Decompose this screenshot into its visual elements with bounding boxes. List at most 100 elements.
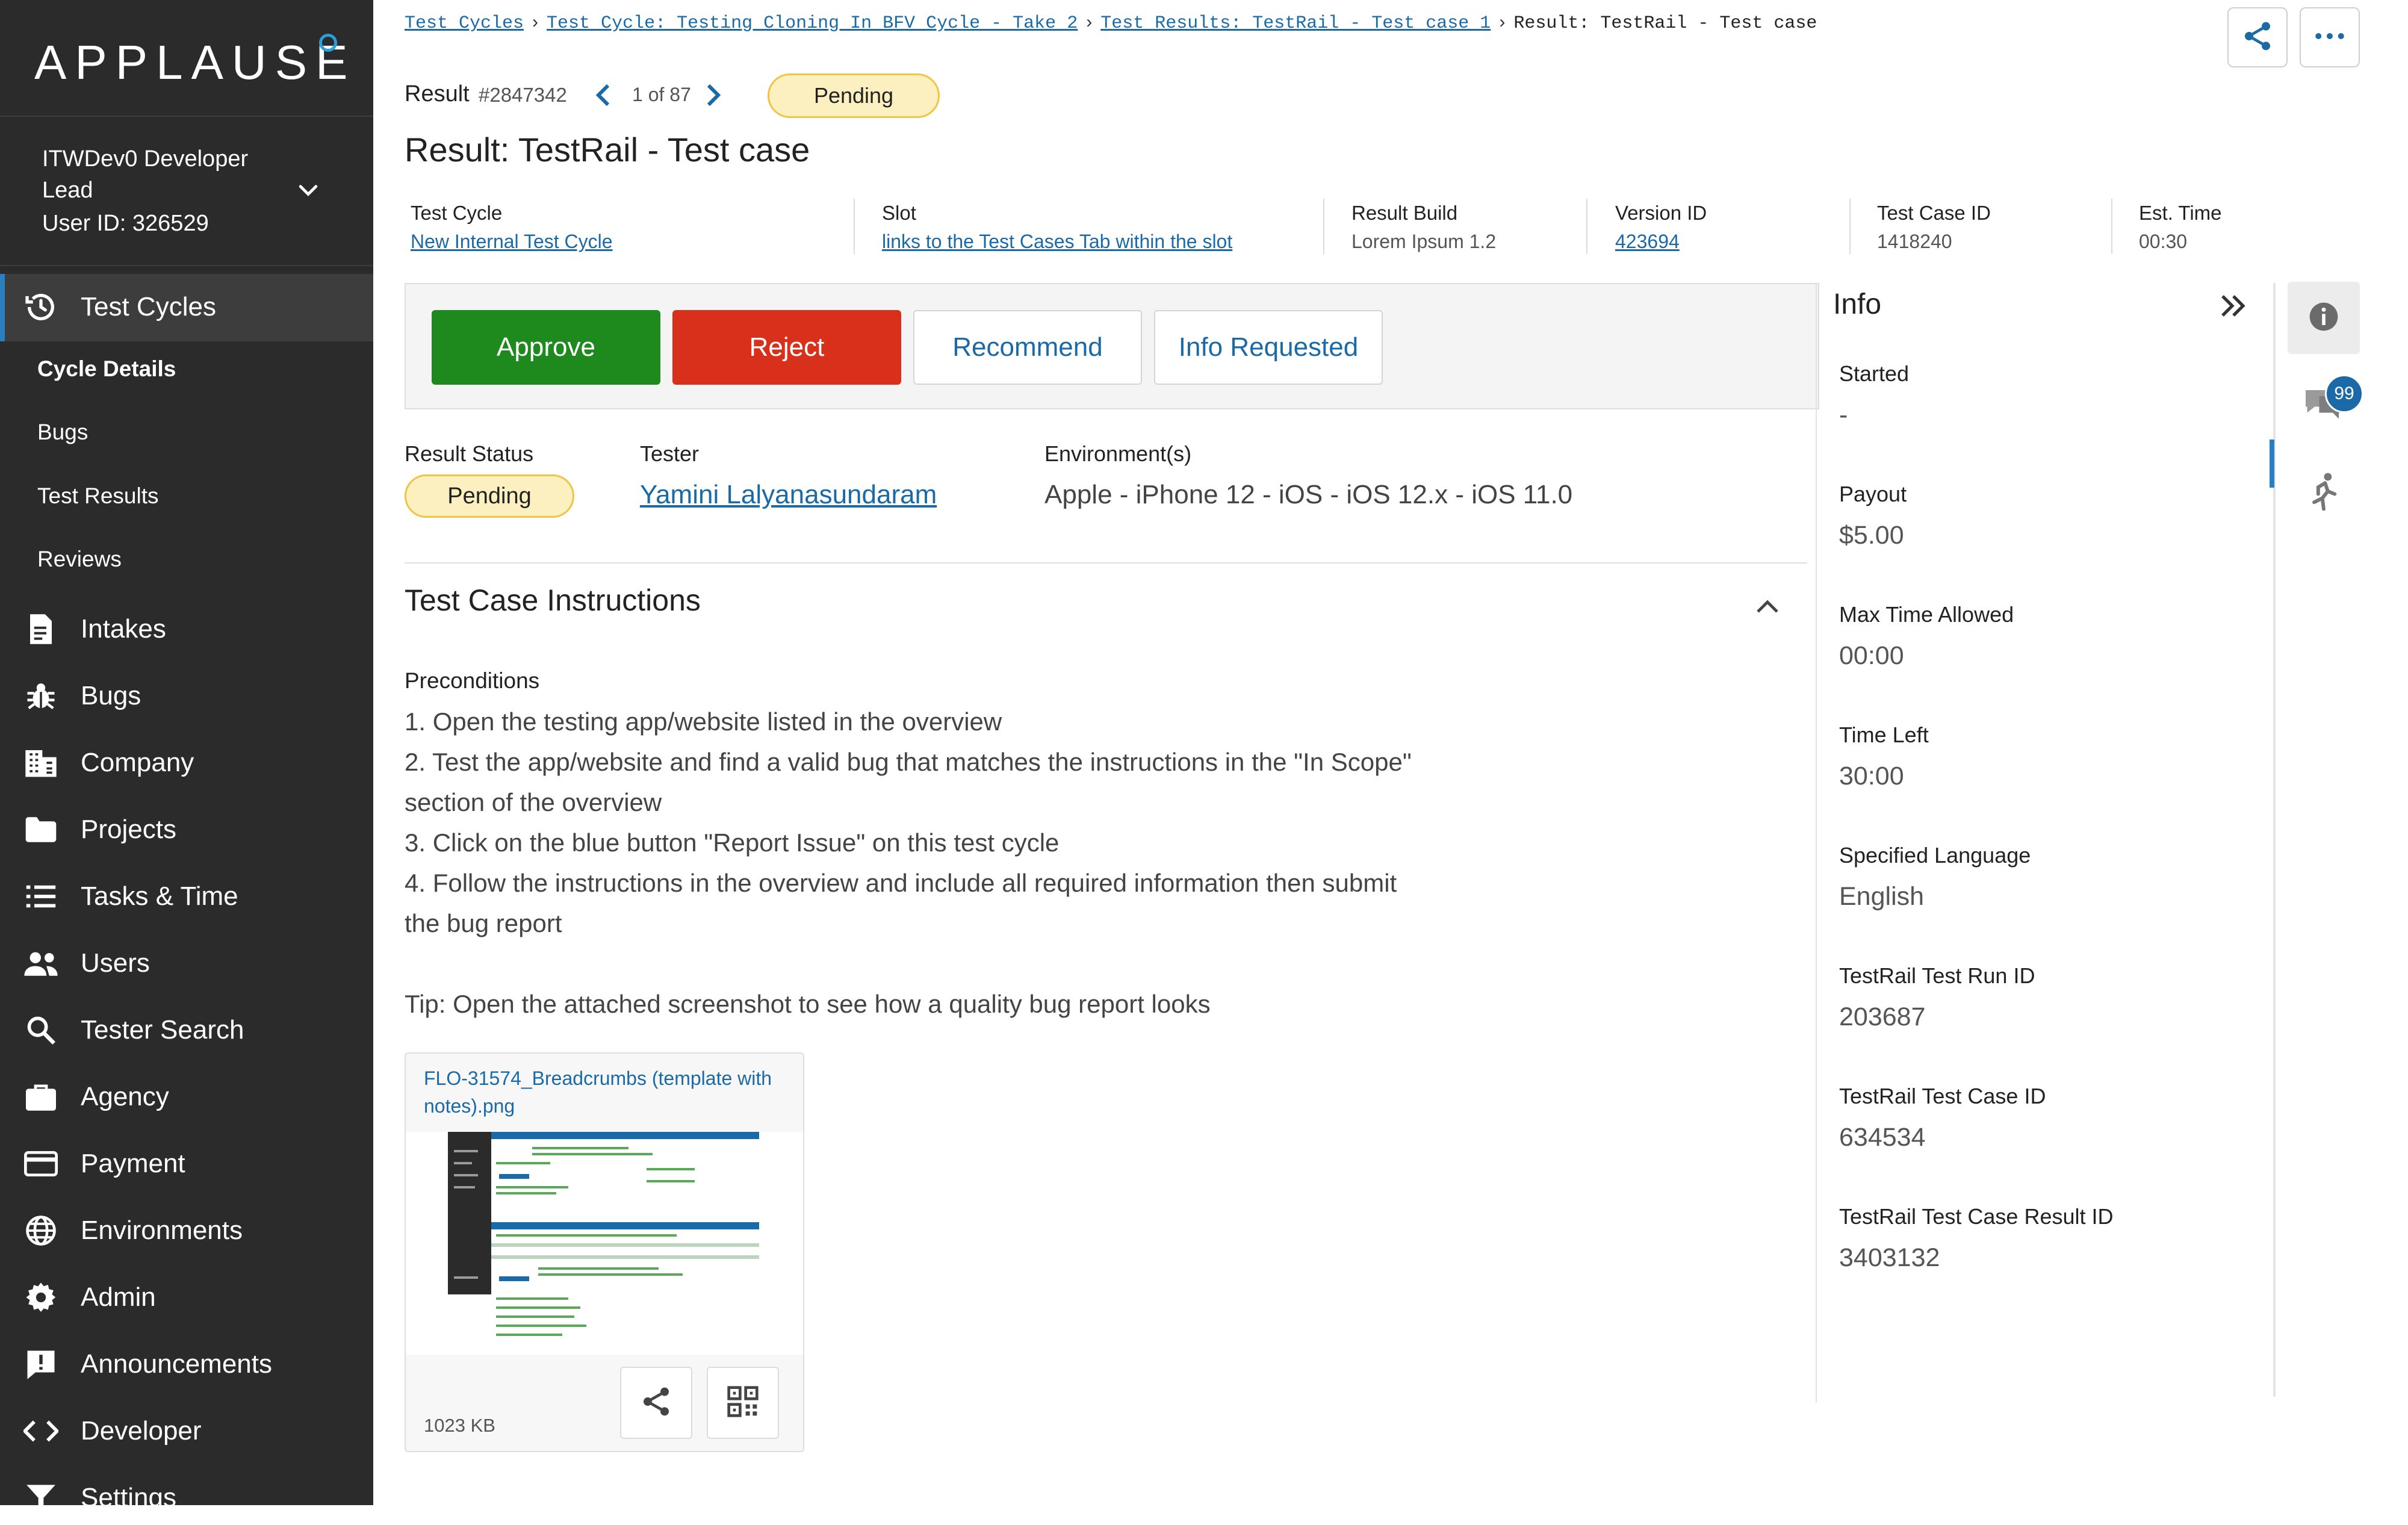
result-label: Result [405, 81, 470, 107]
instruction-line: Tip: Open the attached screenshot to see… [405, 990, 1211, 1018]
sidebar-item-admin[interactable]: Admin [0, 1270, 373, 1325]
activity-tab[interactable] [2288, 456, 2360, 529]
sidebar-subitem-bugs[interactable]: Bugs [37, 420, 88, 445]
collapse-section-button[interactable] [1755, 599, 1780, 618]
sidebar-item-announcements[interactable]: Announcements [0, 1337, 373, 1391]
sidebar-item-projects[interactable]: Projects [0, 803, 373, 857]
recommend-button[interactable]: Recommend [913, 310, 1142, 385]
sidebar-item-environments[interactable]: Environments [0, 1204, 373, 1258]
instruction-line: 1. Open the testing app/website listed i… [405, 707, 1002, 736]
breadcrumb-link[interactable]: Test Cycle: Testing Cloning In BFV Cycle… [547, 13, 1078, 34]
bug-icon [23, 678, 59, 714]
divider [1586, 199, 1587, 254]
sidebar-subitem-test-results[interactable]: Test Results [37, 483, 159, 509]
announcement-icon [23, 1346, 59, 1382]
info-label: TestRail Test Case Result ID [1839, 1204, 2114, 1229]
briefcase-icon [23, 1079, 59, 1115]
next-result-button[interactable] [703, 83, 724, 110]
sidebar-item-label: Users [81, 948, 150, 978]
meta-value: 00:30 [2139, 231, 2188, 252]
share-button[interactable] [2227, 7, 2288, 67]
account-chevron-down-icon[interactable] [295, 178, 321, 207]
attachment-filename[interactable]: FLO-31574_Breadcrumbs (template with not… [424, 1064, 785, 1120]
sidebar-item-label: Tester Search [81, 1015, 244, 1045]
sidebar-item-intakes[interactable]: Intakes [0, 602, 373, 656]
meta-value: Lorem Ipsum 1.2 [1351, 231, 1497, 252]
more-options-button[interactable] [2300, 7, 2360, 67]
more-icon [2315, 32, 2345, 43]
breadcrumb-link[interactable]: Test Results: TestRail - Test case 1 [1100, 13, 1491, 34]
instructions-body: 1. Open the testing app/website listed i… [405, 701, 1428, 1024]
sidebar-item-company[interactable]: Company [0, 736, 373, 790]
result-status-label: Result Status [405, 441, 534, 466]
sidebar-item-agency[interactable]: Agency [0, 1070, 373, 1124]
globe-icon [23, 1213, 59, 1249]
instruction-line: 3. Click on the blue button "Report Issu… [405, 828, 1060, 857]
meta-version-id: Version ID 423694 [1615, 202, 1707, 253]
share-attachment-button[interactable] [620, 1367, 692, 1439]
sidebar-subitem-reviews[interactable]: Reviews [37, 547, 122, 572]
sidebar-item-label: Agency [81, 1082, 169, 1111]
breadcrumb: Test Cycles › Test Cycle: Testing Cloning … [405, 12, 1817, 34]
sidebar-item-settings[interactable]: Settings [0, 1471, 373, 1525]
search-icon [23, 1012, 59, 1048]
meta-test-cycle-link[interactable]: New Internal Test Cycle [411, 231, 613, 253]
comments-tab[interactable]: 99 [2288, 367, 2363, 439]
panel-scroll-thumb[interactable] [2270, 439, 2274, 488]
meta-version-id-link[interactable]: 423694 [1615, 231, 1707, 253]
info-label: Payout [1839, 482, 1907, 506]
preconditions-label: Preconditions [405, 668, 540, 693]
sidebar-item-label: Tasks & Time [81, 881, 238, 911]
sidebar-item-developer[interactable]: Developer [0, 1404, 373, 1458]
info-value: 634534 [1839, 1123, 1926, 1152]
sidebar-item-tester-search[interactable]: Tester Search [0, 1003, 373, 1057]
prev-result-button[interactable] [593, 83, 613, 110]
breadcrumb-link[interactable]: Test Cycles [405, 13, 524, 34]
account-name[interactable]: ITWDev0 Developer Lead [42, 143, 283, 206]
running-person-icon [2307, 472, 2341, 514]
approve-button[interactable]: Approve [432, 310, 660, 385]
applause-logo[interactable]: APPLAUSE [34, 35, 356, 90]
reject-button[interactable]: Reject [672, 310, 901, 385]
meta-est-time: Est. Time 00:30 [2139, 202, 2222, 253]
credit-card-icon [23, 1146, 59, 1182]
qr-code-button[interactable] [707, 1367, 779, 1439]
info-value: 203687 [1839, 1002, 1926, 1031]
meta-slot-link[interactable]: links to the Test Cases Tab within the s… [882, 231, 1232, 253]
meta-test-cycle: Test Cycle New Internal Test Cycle [411, 202, 613, 253]
section-title: Test Case Instructions [405, 583, 701, 617]
meta-label: Est. Time [2139, 202, 2222, 224]
history-icon [23, 289, 59, 325]
info-value: English [1839, 882, 1925, 911]
sidebar-item-label: Company [81, 748, 194, 777]
divider [0, 116, 373, 117]
sidebar-item-label: Admin [81, 1282, 156, 1312]
divider [1849, 199, 1851, 254]
chevron-right-icon: › [1499, 12, 1506, 32]
divider [2111, 199, 2112, 254]
building-icon [23, 745, 59, 781]
info-requested-button[interactable]: Info Requested [1154, 310, 1383, 385]
sidebar-item-bugs[interactable]: Bugs [0, 669, 373, 723]
sidebar-subitem-cycle-details[interactable]: Cycle Details [37, 356, 176, 382]
sidebar-item-test-cycles[interactable]: Test Cycles [0, 274, 373, 341]
attachment-card[interactable]: FLO-31574_Breadcrumbs (template with not… [405, 1052, 804, 1452]
chevron-right-icon: › [532, 12, 539, 32]
info-label: Started [1839, 361, 1910, 386]
info-label: Time Left [1839, 722, 1929, 747]
info-tab[interactable] [2288, 282, 2360, 354]
divider [0, 265, 373, 266]
sidebar-item-tasks-time[interactable]: Tasks & Time [0, 869, 373, 924]
info-icon [2307, 300, 2341, 337]
meta-test-case-id: Test Case ID 1418240 [1877, 202, 1991, 253]
sidebar-item-payment[interactable]: Payment [0, 1137, 373, 1191]
sidebar-item-users[interactable]: Users [0, 936, 373, 990]
review-actions-panel: Approve Reject Recommend Info Requested [405, 283, 1819, 409]
info-value: 00:00 [1839, 641, 1904, 670]
tester-link[interactable]: Yamini Lalyanasundaram [640, 480, 937, 510]
breadcrumb-current: Result: TestRail - Test case [1513, 13, 1817, 34]
instruction-line: 4. Follow the instructions in the overvi… [405, 869, 1404, 937]
collapse-info-panel-button[interactable] [2220, 294, 2247, 321]
attachment-thumbnail[interactable] [406, 1132, 803, 1355]
info-value: 30:00 [1839, 762, 1904, 790]
